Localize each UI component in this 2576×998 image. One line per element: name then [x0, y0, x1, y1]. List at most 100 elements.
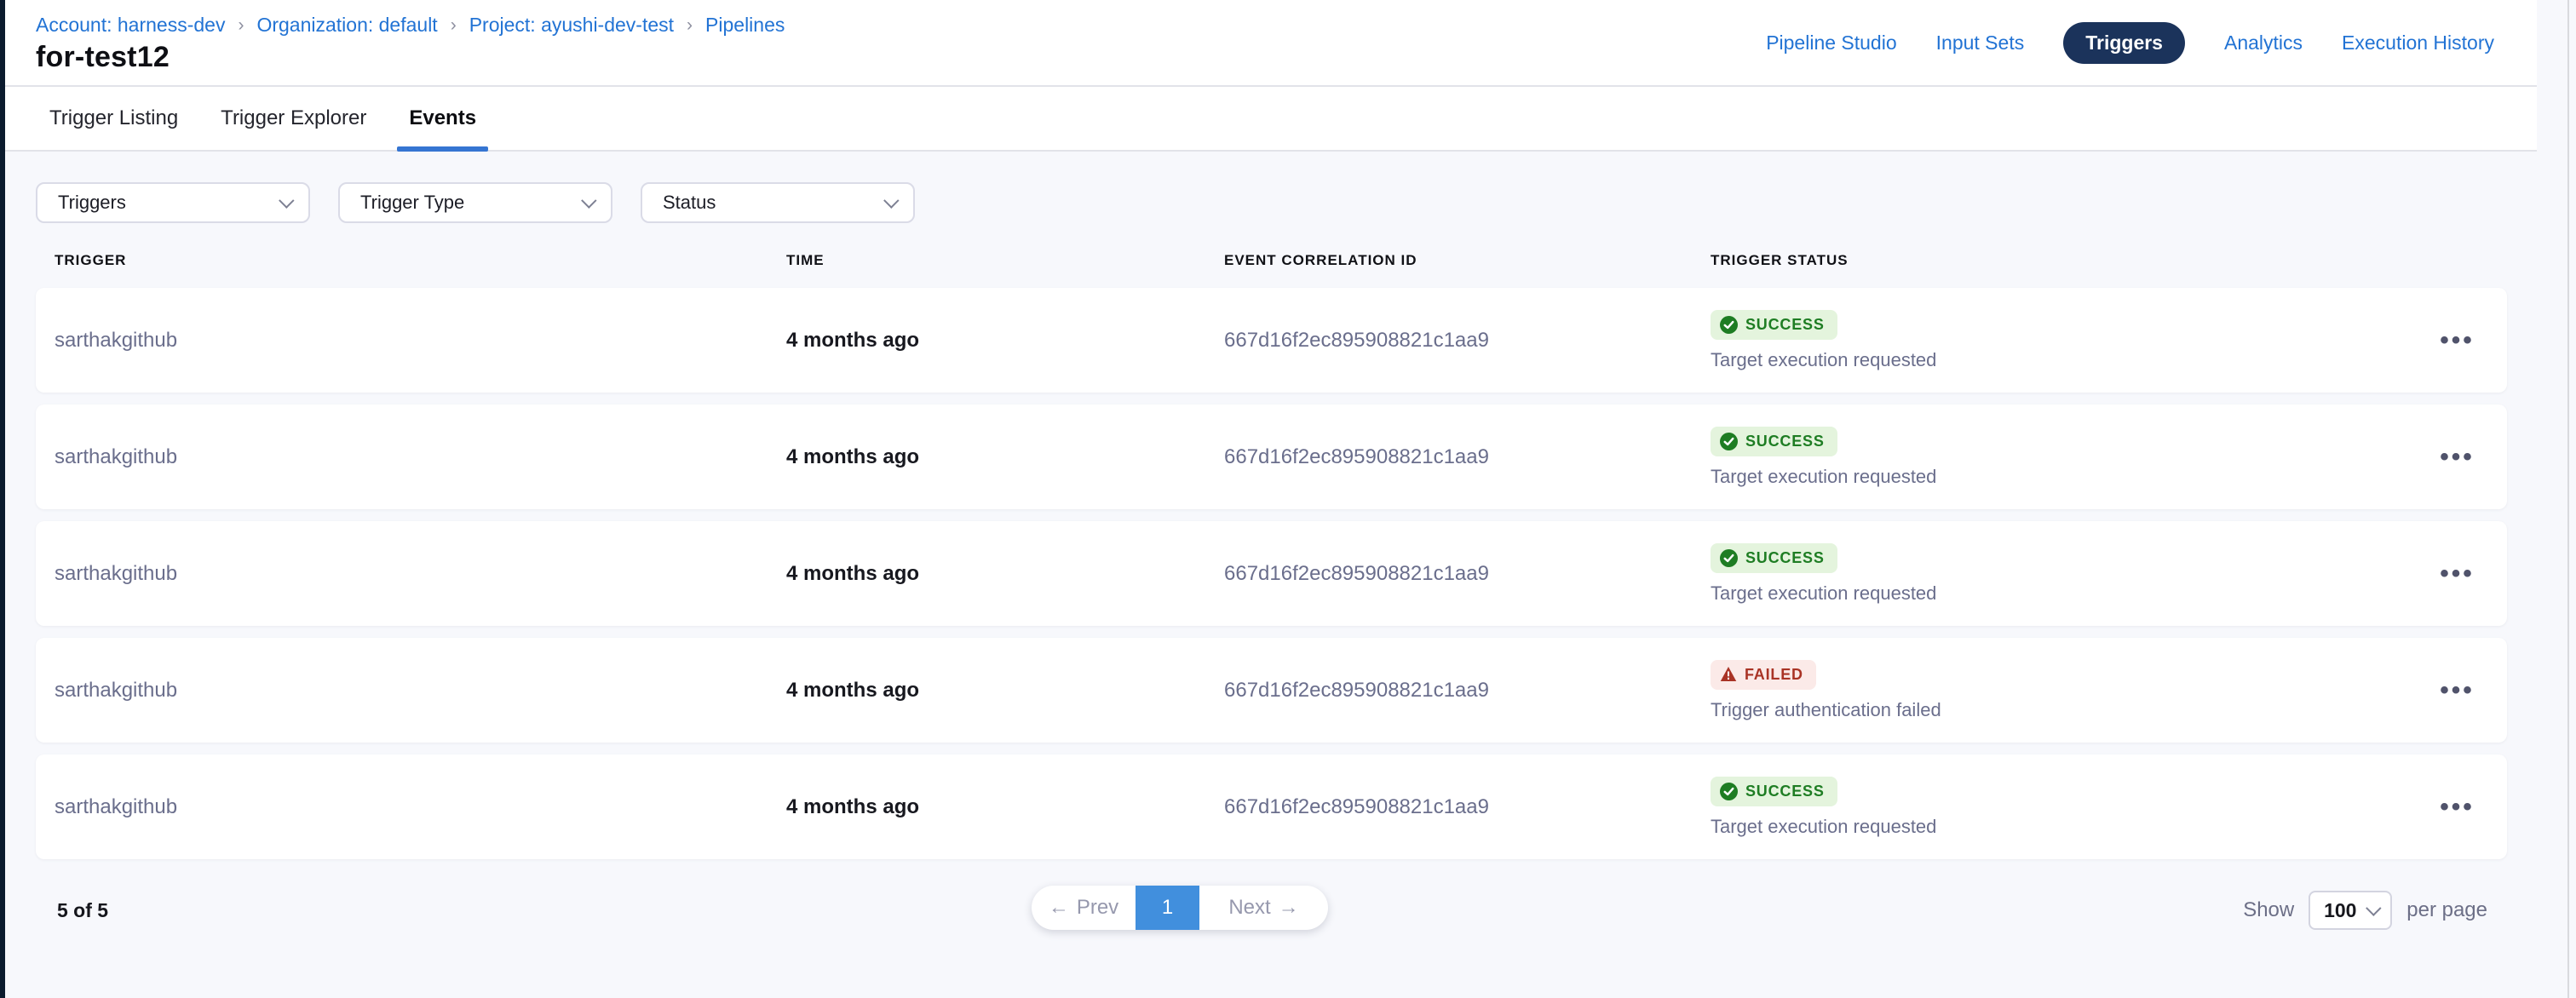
tab-bar: Trigger Listing Trigger Explorer Events [5, 85, 2537, 152]
breadcrumb-separator: › [687, 15, 693, 36]
status-detail: Target execution requested [1711, 582, 1936, 605]
right-arrow-icon: → [1279, 896, 1299, 920]
breadcrumb-link-project[interactable]: Project: ayushi-dev-test [469, 14, 674, 37]
nav-pill-triggers[interactable]: Triggers [2063, 22, 2185, 64]
trigger-status-cell: SUCCESS Target execution requested [1711, 777, 2426, 838]
pipeline-triggers-events-page: { "breadcrumb": { "separator": "›", "ite… [0, 0, 2576, 998]
status-detail: Target execution requested [1711, 816, 1936, 838]
trigger-status-cell: SUCCESS Target execution requested [1711, 427, 2426, 488]
status-badge-label: SUCCESS [1745, 783, 1825, 800]
next-page-button[interactable]: Next → [1199, 886, 1328, 930]
tab-events[interactable]: Events [405, 87, 480, 150]
warning-triangle-icon [1720, 666, 1737, 683]
check-circle-icon [1720, 433, 1738, 450]
trigger-type-filter-select[interactable]: Trigger Type [338, 182, 612, 223]
page-size-value: 100 [2324, 899, 2356, 922]
breadcrumb-link-pipelines[interactable]: Pipelines [705, 14, 785, 37]
check-circle-icon [1720, 783, 1738, 800]
status-badge-label: SUCCESS [1745, 316, 1825, 334]
chevron-down-icon [279, 192, 294, 208]
event-time: 4 months ago [786, 445, 1224, 469]
status-badge-label: SUCCESS [1745, 549, 1825, 567]
triggers-filter-select[interactable]: Triggers [36, 182, 310, 223]
nav-link-input-sets[interactable]: Input Sets [1936, 32, 2025, 54]
left-arrow-icon: ← [1049, 896, 1069, 920]
tab-trigger-explorer[interactable]: Trigger Explorer [217, 87, 370, 150]
status-badge-label: SUCCESS [1745, 433, 1825, 450]
chevron-down-icon [2366, 900, 2382, 915]
status-badge-label: FAILED [1745, 666, 1803, 684]
page-header: Account: harness-dev › Organization: def… [5, 0, 2537, 85]
next-label: Next [1228, 896, 1270, 920]
row-menu-button[interactable]: ••• [2440, 680, 2475, 701]
row-menu-button[interactable]: ••• [2440, 330, 2475, 351]
tab-trigger-listing[interactable]: Trigger Listing [46, 87, 181, 150]
event-correlation-id: 667d16f2ec895908821c1aa9 [1224, 329, 1711, 353]
breadcrumb-separator: › [238, 15, 244, 36]
nav-link-execution-history[interactable]: Execution History [2342, 32, 2494, 54]
trigger-name: sarthakgithub [55, 795, 786, 819]
trigger-name: sarthakgithub [55, 562, 786, 586]
nav-link-analytics[interactable]: Analytics [2224, 32, 2303, 54]
pager: ← Prev 1 Next → [1032, 886, 1328, 930]
check-circle-icon [1720, 316, 1738, 334]
event-row: sarthakgithub 4 months ago 667d16f2ec895… [36, 288, 2507, 393]
event-correlation-id: 667d16f2ec895908821c1aa9 [1224, 679, 1711, 703]
event-row: sarthakgithub 4 months ago 667d16f2ec895… [36, 638, 2507, 743]
page-1-button[interactable]: 1 [1136, 886, 1199, 930]
breadcrumb-link-account[interactable]: Account: harness-dev [36, 14, 225, 37]
breadcrumb-link-organization[interactable]: Organization: default [256, 14, 437, 37]
top-nav: Pipeline Studio Input Sets Triggers Anal… [1766, 0, 2494, 85]
scrollbar-line [2567, 0, 2569, 998]
event-correlation-id: 667d16f2ec895908821c1aa9 [1224, 795, 1711, 819]
event-time: 4 months ago [786, 562, 1224, 586]
event-correlation-id: 667d16f2ec895908821c1aa9 [1224, 562, 1711, 586]
pagination-summary: 5 of 5 [57, 899, 108, 922]
column-header-time: TIME [786, 252, 1224, 269]
pagination-bar: 5 of 5 ← Prev 1 Next → Show 100 per page [36, 884, 2507, 937]
triggers-filter-label: Triggers [58, 192, 126, 214]
show-label: Show [2243, 898, 2294, 922]
row-menu-button[interactable]: ••• [2440, 564, 2475, 584]
event-row: sarthakgithub 4 months ago 667d16f2ec895… [36, 404, 2507, 509]
column-header-correlation-id: EVENT CORRELATION ID [1224, 252, 1711, 269]
event-time: 4 months ago [786, 795, 1224, 819]
status-filter-label: Status [663, 192, 716, 214]
column-header-trigger-status: TRIGGER STATUS [1711, 252, 2426, 269]
status-detail: Target execution requested [1711, 466, 1936, 488]
status-filter-select[interactable]: Status [641, 182, 915, 223]
trigger-status-cell: SUCCESS Target execution requested [1711, 543, 2426, 605]
nav-link-pipeline-studio[interactable]: Pipeline Studio [1766, 32, 1896, 54]
page-size-select[interactable]: 100 [2309, 891, 2392, 930]
chevron-down-icon [581, 192, 596, 208]
trigger-status-cell: FAILED Trigger authentication failed [1711, 660, 2426, 721]
event-time: 4 months ago [786, 329, 1224, 353]
column-header-trigger: TRIGGER [55, 252, 786, 269]
trigger-status-cell: SUCCESS Target execution requested [1711, 310, 2426, 371]
status-detail: Trigger authentication failed [1711, 699, 1941, 721]
status-detail: Target execution requested [1711, 349, 1936, 371]
row-menu-button[interactable]: ••• [2440, 797, 2475, 817]
table-header: TRIGGER TIME EVENT CORRELATION ID TRIGGE… [36, 242, 2507, 279]
page-size-group: Show 100 per page [2243, 891, 2487, 930]
events-table-body: sarthakgithub 4 months ago 667d16f2ec895… [36, 288, 2507, 859]
filter-bar: Triggers Trigger Type Status [36, 182, 915, 223]
trigger-name: sarthakgithub [55, 679, 786, 703]
page-title: for-test12 [36, 41, 170, 74]
event-row: sarthakgithub 4 months ago 667d16f2ec895… [36, 521, 2507, 626]
per-page-label: per page [2406, 898, 2487, 922]
prev-page-button[interactable]: ← Prev [1032, 886, 1136, 930]
event-time: 4 months ago [786, 679, 1224, 703]
trigger-name: sarthakgithub [55, 329, 786, 353]
trigger-type-filter-label: Trigger Type [360, 192, 464, 214]
breadcrumb: Account: harness-dev › Organization: def… [36, 14, 785, 37]
row-menu-button[interactable]: ••• [2440, 447, 2475, 467]
event-correlation-id: 667d16f2ec895908821c1aa9 [1224, 445, 1711, 469]
check-circle-icon [1720, 549, 1738, 567]
chevron-down-icon [883, 192, 899, 208]
sidebar-edge [0, 0, 5, 998]
trigger-name: sarthakgithub [55, 445, 786, 469]
status-badge: SUCCESS [1711, 543, 1837, 573]
status-badge: SUCCESS [1711, 310, 1837, 340]
status-badge: SUCCESS [1711, 777, 1837, 806]
